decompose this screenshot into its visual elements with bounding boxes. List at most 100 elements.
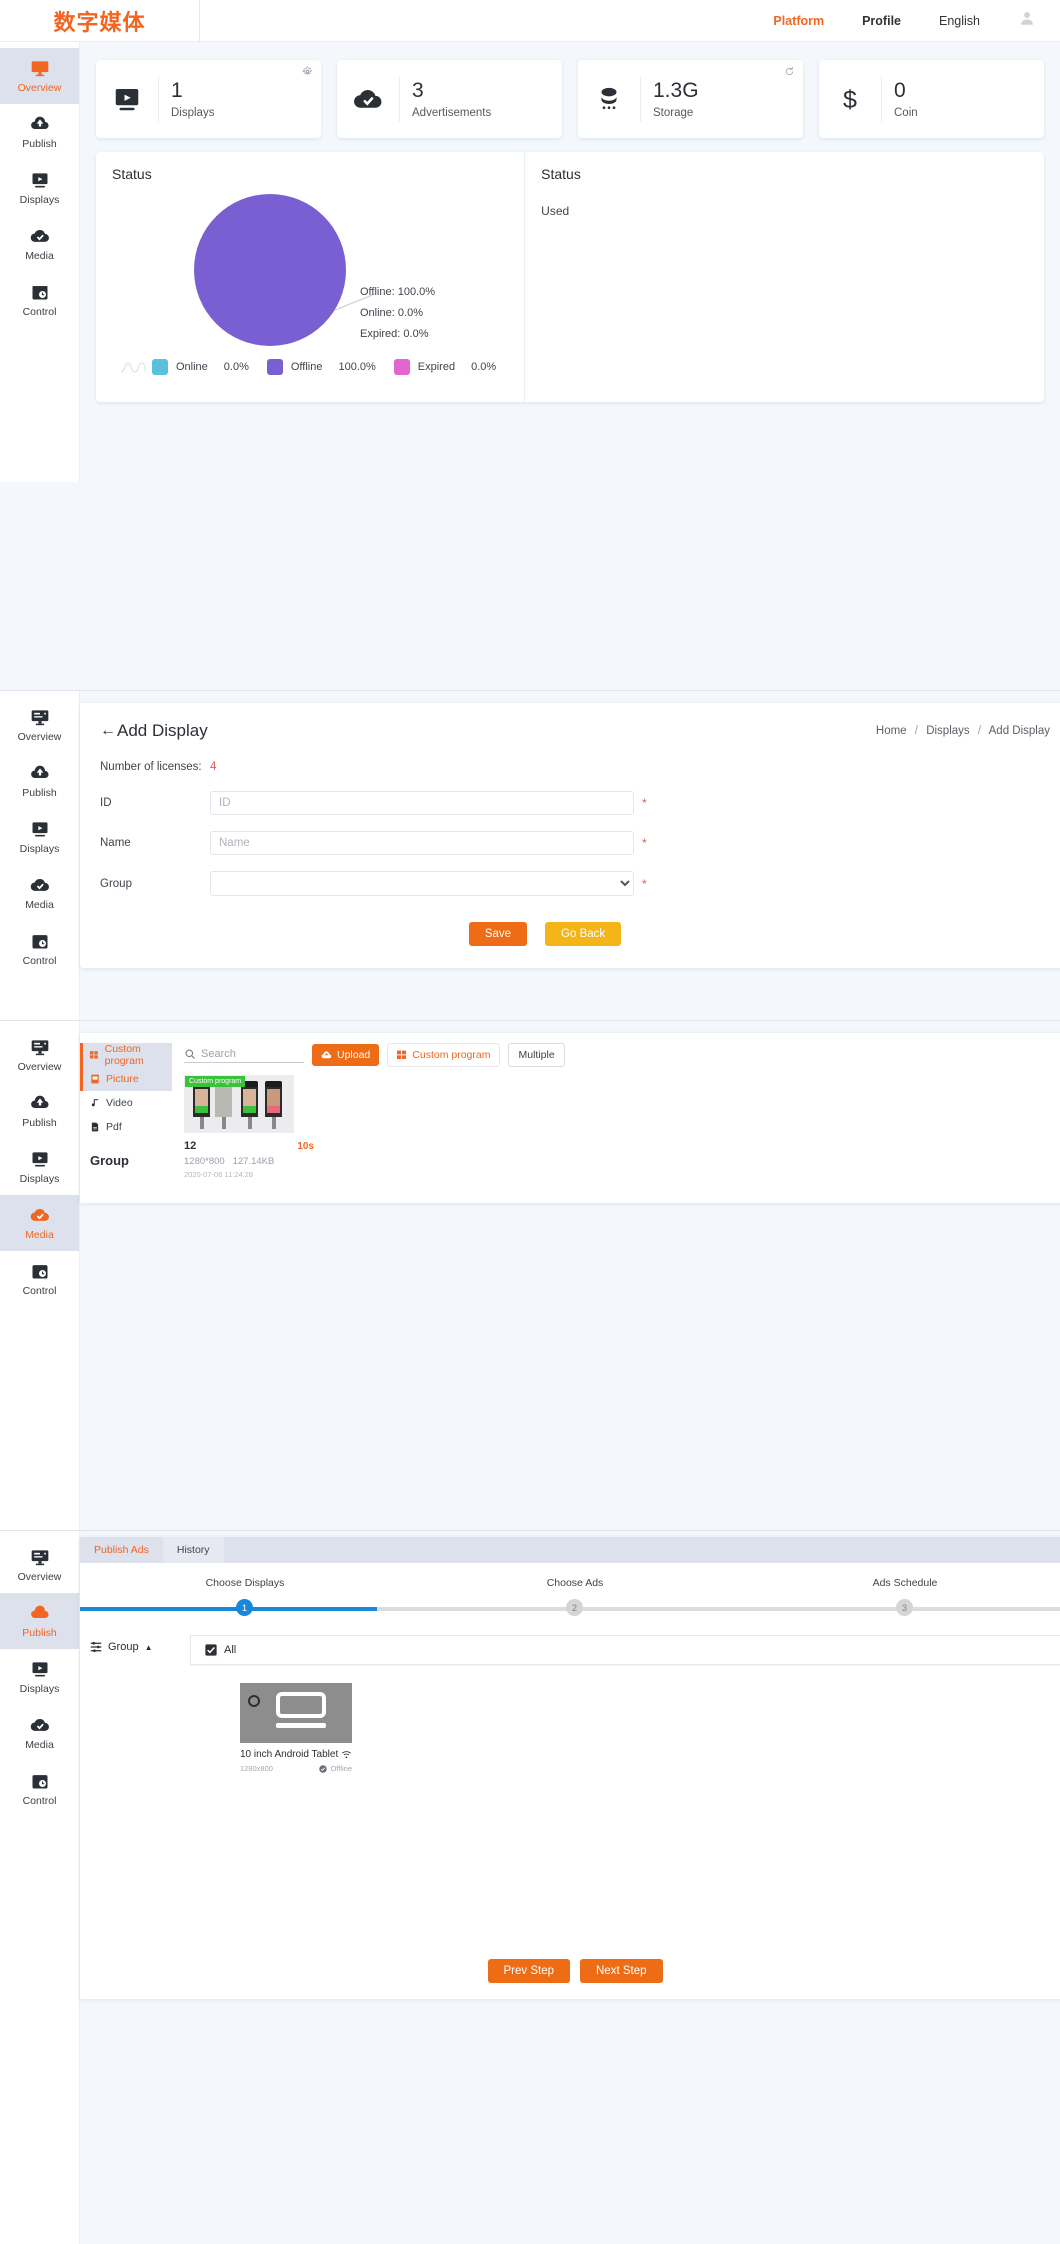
sidebar-item-media[interactable]: Media — [0, 216, 79, 272]
nav-platform[interactable]: Platform — [773, 14, 824, 28]
next-step-button[interactable]: Next Step — [580, 1959, 663, 1983]
divider — [881, 76, 882, 122]
custom-program-button[interactable]: Custom program — [387, 1043, 501, 1067]
sidebar-item-overview[interactable]: Overview — [0, 697, 79, 753]
nav-profile[interactable]: Profile — [862, 14, 901, 28]
select-all-row[interactable]: All — [190, 1635, 1060, 1665]
display-thumbnail[interactable] — [240, 1683, 352, 1743]
legend-percent-expired: 0.0% — [471, 361, 497, 373]
step-label-choose-displays: Choose Displays — [205, 1577, 285, 1589]
stat-label: Storage — [653, 107, 694, 120]
cloud-check-icon — [30, 1719, 49, 1731]
sidebar: Overview Publish Displays Media Control — [0, 42, 80, 482]
search-input[interactable] — [201, 1047, 297, 1060]
sidebar-item-media[interactable]: Media — [0, 1195, 79, 1251]
sidebar: Overview Publish Displays Media Control — [0, 1021, 80, 1530]
legend-swatch-expired[interactable] — [393, 359, 410, 375]
progress-fill — [80, 1607, 377, 1611]
used-label: Used — [541, 204, 570, 218]
sidebar-item-displays[interactable]: Displays — [0, 1139, 79, 1195]
kiosk-thumb-1 — [193, 1081, 210, 1129]
media-item[interactable]: Custom program 12 10s 1280*800 127.14KB … — [184, 1075, 314, 1179]
nav-language[interactable]: English — [939, 14, 980, 28]
radio-select-icon[interactable] — [248, 1695, 260, 1707]
sidebar-item-label: Overview — [17, 82, 62, 94]
step-dot-3[interactable]: 3 — [896, 1599, 913, 1616]
user-avatar-icon[interactable] — [1018, 9, 1036, 32]
arrow-left-icon[interactable]: ← — [100, 722, 116, 740]
check-circle-icon — [319, 1764, 328, 1773]
sidebar-item-label: Overview — [17, 731, 62, 743]
refresh-icon[interactable] — [784, 66, 795, 80]
breadcrumb-displays[interactable]: Displays — [926, 725, 969, 737]
prev-step-button[interactable]: Prev Step — [487, 1959, 570, 1983]
media-tab-custom-program[interactable]: Custom program — [80, 1043, 172, 1067]
go-back-button[interactable]: Go Back — [545, 922, 622, 946]
media-main: Upload Custom program Multiple Custom pr… — [172, 1033, 1060, 1203]
sidebar-item-publish[interactable]: Publish — [0, 104, 79, 160]
licenses-row: Number of licenses: 4 — [80, 747, 1060, 779]
sidebar-item-overview[interactable]: Overview — [0, 1537, 79, 1593]
stat-card-storage[interactable]: 1.3G Storage — [578, 60, 803, 138]
sidebar-item-label: Publish — [22, 138, 57, 150]
required-marker: * — [642, 796, 647, 810]
music-note-icon — [91, 1099, 99, 1107]
sidebar-item-publish[interactable]: Publish — [0, 1593, 79, 1649]
stat-card-advertisements[interactable]: 3 Advertisements — [337, 60, 562, 138]
kiosk-thumb-3 — [241, 1081, 258, 1129]
display-card[interactable]: 10 inch Android Tablet 1280x800 Offline — [240, 1683, 352, 1773]
checkbox-checked-icon[interactable] — [205, 1644, 217, 1656]
step-dot-2[interactable]: 2 — [566, 1599, 583, 1616]
sidebar-item-control[interactable]: Control — [0, 1251, 79, 1307]
group-select[interactable] — [210, 871, 634, 896]
tab-history[interactable]: History — [162, 1537, 224, 1563]
media-tab-pdf[interactable]: Pdf — [80, 1115, 172, 1139]
legend-swatch-online[interactable] — [152, 359, 168, 375]
media-tab-video[interactable]: Video — [80, 1091, 172, 1115]
sidebar-item-media[interactable]: Media — [0, 1705, 79, 1761]
brand-logo[interactable]: 数字媒体 — [0, 0, 200, 42]
sidebar-item-control[interactable]: Control — [0, 272, 79, 328]
publish-body: Group ▲ All 10 inch Android Tablet 1280x… — [80, 1629, 1060, 1773]
search-box[interactable] — [184, 1047, 304, 1063]
breadcrumb: Home / Displays / Add Display — [875, 725, 1050, 737]
media-item-duration: 10s — [297, 1141, 314, 1152]
step-dot-1[interactable]: 1 — [236, 1599, 253, 1616]
sidebar-item-label: Overview — [17, 1571, 62, 1583]
media-tab-picture[interactable]: Picture — [80, 1067, 172, 1091]
save-button[interactable]: Save — [468, 922, 528, 946]
svg-text:$: $ — [843, 86, 857, 114]
id-input[interactable] — [210, 791, 634, 815]
legend-swatch-offline[interactable] — [266, 359, 283, 375]
calendar-clock-icon — [32, 1265, 47, 1279]
stat-card-coin[interactable]: $ 0 Coin — [819, 60, 1044, 138]
sidebar-item-overview[interactable]: Overview — [0, 1027, 79, 1083]
overview-screen: 数字媒体 Platform Profile English Overview P… — [0, 0, 1060, 690]
sidebar-item-control[interactable]: Control — [0, 1761, 79, 1817]
sidebar-item-displays[interactable]: Displays — [0, 1649, 79, 1705]
sidebar-item-displays[interactable]: Displays — [0, 160, 79, 216]
name-label: Name — [100, 837, 131, 849]
sidebar-item-publish[interactable]: Publish — [0, 753, 79, 809]
display-selection-column: All 10 inch Android Tablet 1280x800 Offl… — [190, 1635, 1060, 1773]
cloud-check-icon — [30, 879, 49, 891]
multiple-button[interactable]: Multiple — [508, 1043, 565, 1067]
breadcrumb-home[interactable]: Home — [876, 725, 907, 737]
media-thumbnail[interactable]: Custom program — [184, 1075, 294, 1133]
display-status: Offline — [319, 1764, 352, 1773]
upload-button[interactable]: Upload — [312, 1044, 380, 1066]
sidebar-item-overview[interactable]: Overview — [0, 48, 79, 104]
chevron-up-icon[interactable]: ▲ — [145, 1643, 153, 1652]
stat-cards: 1 Displays 3 Advertisements 1.3G Storage… — [96, 60, 1044, 138]
sidebar-item-label: Displays — [19, 843, 60, 855]
group-filter-header[interactable]: Group ▲ — [90, 1641, 190, 1653]
sidebar-item-publish[interactable]: Publish — [0, 1083, 79, 1139]
gear-icon[interactable] — [302, 66, 313, 80]
name-input[interactable] — [210, 831, 634, 855]
tab-publish-ads[interactable]: Publish Ads — [80, 1537, 163, 1563]
stat-label: Displays — [171, 107, 215, 120]
stat-card-displays[interactable]: 1 Displays — [96, 60, 321, 138]
sidebar-item-displays[interactable]: Displays — [0, 809, 79, 865]
add-display-screen: Overview Publish Displays Media Control — [0, 690, 1060, 1020]
wave-icon — [120, 362, 146, 373]
